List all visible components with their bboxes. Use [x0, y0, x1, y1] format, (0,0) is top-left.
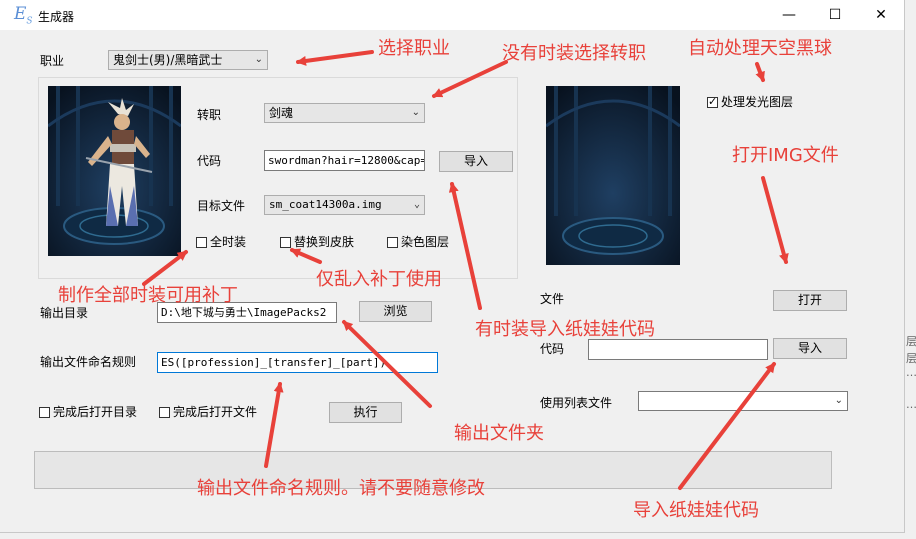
annotation-arrow: [678, 362, 776, 490]
annotation-arrow: [296, 50, 374, 66]
annotation-arrow: [342, 320, 432, 408]
annotation-choose-profession: 选择职业: [378, 38, 450, 59]
annotation-import-code: 导入纸娃娃代码: [633, 500, 759, 521]
annotation-make-all-patch: 制作全部时装可用补丁: [58, 285, 238, 306]
annotation-only-mixed-patch: 仅乱入补丁使用: [316, 269, 442, 290]
annotation-arrow: [432, 60, 508, 98]
annotation-costume-import-code: 有时装导入纸娃娃代码: [475, 319, 655, 340]
annotation-arrow: [761, 176, 789, 264]
annotation-arrow: [142, 250, 188, 286]
annotation-arrow: [448, 182, 482, 310]
annotation-naming-rule: 输出文件命名规则。请不要随意修改: [197, 478, 485, 499]
annotation-output-folder: 输出文件夹: [454, 423, 544, 444]
annotation-arrow: [264, 382, 284, 468]
annotation-arrow: [290, 248, 322, 264]
annotation-auto-sky: 自动处理天空黑球: [688, 38, 832, 59]
annotation-no-costume-transfer: 没有时装选择转职: [502, 43, 646, 64]
annotation-open-img: 打开IMG文件: [732, 145, 839, 166]
annotation-arrows: [142, 50, 789, 490]
annotation-arrow: [755, 62, 765, 82]
